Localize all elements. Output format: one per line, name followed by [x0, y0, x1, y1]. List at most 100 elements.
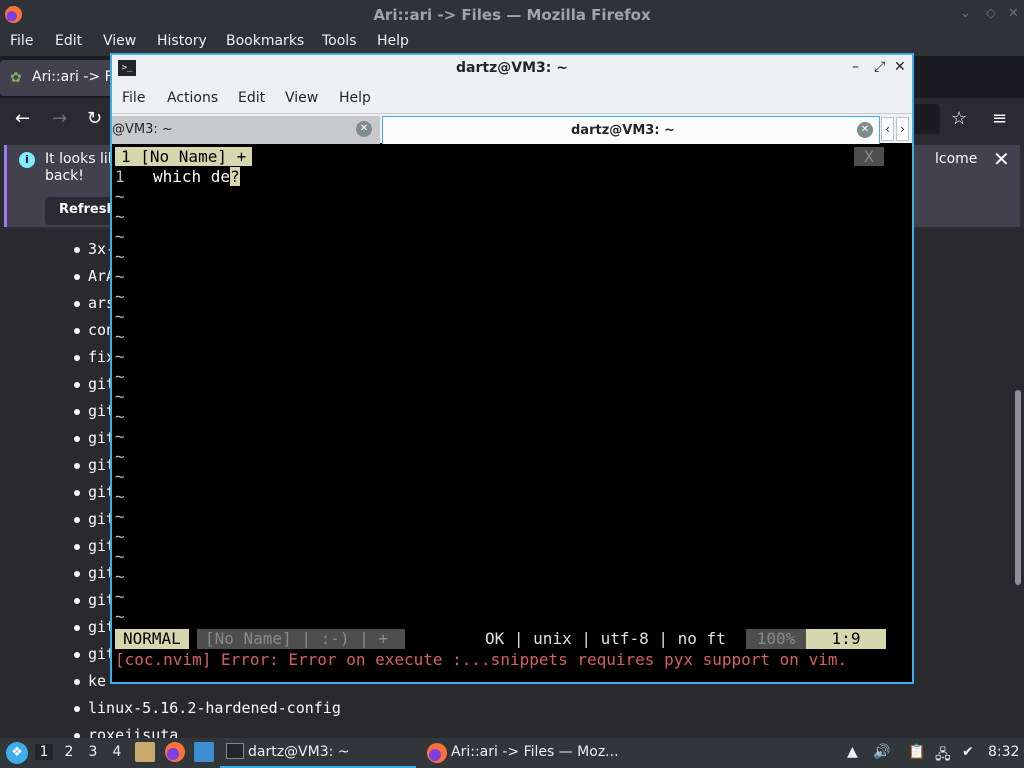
menu-edit[interactable]: Edit	[238, 90, 265, 106]
vim-line-text: which de	[153, 167, 231, 186]
menu-bookmarks[interactable]: Bookmarks	[226, 33, 304, 49]
vim-empty-line-marker: ~	[115, 447, 125, 466]
back-icon[interactable]: ←	[15, 108, 30, 129]
updates-icon[interactable]: ▲	[847, 744, 858, 760]
desktop-1[interactable]: 1	[35, 744, 53, 760]
vim-line-number: 1	[115, 167, 125, 186]
notice-text-end: lcome	[935, 151, 978, 167]
konsole-window: >_ dartz@VM3: ~ – ⤢ ✕ File Actions Edit …	[110, 53, 914, 684]
vim-empty-line-marker: ~	[115, 367, 125, 386]
vim-tabline[interactable]: 1 [No Name] +	[115, 147, 253, 166]
clock[interactable]: 8:32	[988, 744, 1019, 760]
vim-empty-line-marker: ~	[115, 187, 125, 206]
clipboard-icon[interactable]: 📋	[908, 744, 925, 760]
desktop-4[interactable]: 4	[108, 744, 126, 760]
konsole-window-title: dartz@VM3: ~	[456, 60, 568, 76]
vim-empty-line-marker: ~	[115, 507, 125, 526]
application-launcher-icon[interactable]: ❖	[6, 742, 28, 764]
firefox-titlebar[interactable]: Ari::ari -> Files — Mozilla Firefox ⌄ ◇ …	[0, 0, 1024, 30]
minimize-icon[interactable]: –	[852, 59, 859, 75]
maximize-icon[interactable]: ◇	[986, 6, 996, 21]
volume-icon[interactable]: 🔊	[873, 744, 890, 760]
menu-help[interactable]: Help	[339, 90, 371, 106]
vim-mode-indicator: NORMAL	[115, 629, 189, 649]
vim-empty-line-marker: ~	[115, 587, 125, 606]
notifications-icon[interactable]: ✔	[962, 744, 974, 760]
menu-file[interactable]: File	[10, 33, 33, 49]
vim-empty-line-marker: ~	[115, 607, 125, 626]
vim-close-tab-button[interactable]: X	[854, 147, 884, 166]
vim-empty-line-marker: ~	[115, 567, 125, 586]
tab-label: @VM3: ~	[112, 122, 173, 137]
menu-tools[interactable]: Tools	[322, 33, 357, 49]
firefox-window-title: Ari::ari -> Files — Mozilla Firefox	[373, 6, 651, 24]
bookmark-star-icon[interactable]: ☆	[951, 108, 967, 129]
vim-empty-line-marker: ~	[115, 267, 125, 286]
menu-edit[interactable]: Edit	[55, 33, 82, 49]
task-label: Ari::ari -> Files — Moz...	[451, 744, 619, 760]
terminal-icon	[226, 743, 244, 759]
tab-label: dartz@VM3: ~	[571, 123, 675, 138]
tab-scroll-left-icon[interactable]: ‹	[881, 117, 894, 141]
tab-label: Ari::ari -> Fi	[32, 69, 116, 85]
list-item[interactable]: linux-5.16.2-hardened-config	[74, 695, 341, 722]
terminal-area[interactable]: 1 [No Name] + X 1 which de? ~ ~ ~ ~ ~ ~ …	[112, 145, 912, 682]
menu-history[interactable]: History	[157, 33, 207, 49]
menu-view[interactable]: View	[103, 33, 136, 49]
tab-favicon-icon: ✿	[10, 70, 22, 86]
vim-empty-line-marker: ~	[115, 487, 125, 506]
desktop-icon[interactable]	[194, 742, 214, 762]
task-firefox[interactable]: Ari::ari -> Files — Moz...	[425, 738, 625, 768]
url-bar-end[interactable]	[910, 104, 940, 134]
konsole-tab-2[interactable]: dartz@VM3: ~ ✕	[382, 116, 880, 144]
vim-statusline: NORMAL [No Name] | :-) | + OK | unix | u…	[115, 629, 886, 649]
vim-empty-line-marker: ~	[115, 347, 125, 366]
konsole-menubar: File Actions Edit View Help	[112, 83, 912, 113]
vim-buffer-line: which de?	[153, 167, 240, 186]
vim-empty-line-marker: ~	[115, 327, 125, 346]
task-konsole[interactable]: dartz@VM3: ~	[220, 738, 416, 768]
notice-close-icon[interactable]: ✕	[993, 147, 1010, 171]
close-icon[interactable]: ✕	[894, 59, 906, 75]
menu-file[interactable]: File	[122, 90, 145, 106]
menu-help[interactable]: Help	[377, 33, 409, 49]
menu-actions[interactable]: Actions	[167, 90, 218, 106]
vim-empty-line-marker: ~	[115, 227, 125, 246]
vim-file-segment: [No Name] | :-) | +	[197, 629, 405, 649]
reload-icon[interactable]: ↻	[87, 108, 102, 129]
desktop-3[interactable]: 3	[84, 744, 102, 760]
vim-empty-line-marker: ~	[115, 387, 125, 406]
vim-empty-line-marker: ~	[115, 407, 125, 426]
network-icon[interactable]: 🖧	[935, 744, 951, 768]
vim-cursor: ?	[230, 167, 240, 186]
vim-file-info: OK | unix | utf-8 | no ft	[485, 629, 726, 648]
firefox-scrollbar[interactable]	[1012, 230, 1024, 738]
task-label: dartz@VM3: ~	[248, 744, 350, 760]
forward-icon[interactable]: →	[52, 108, 67, 129]
desktop-2[interactable]: 2	[60, 744, 78, 760]
konsole-tab-1[interactable]: @VM3: ~ ✕	[112, 116, 380, 144]
minimize-icon[interactable]: ⌄	[960, 6, 971, 21]
vim-empty-line-marker: ~	[115, 547, 125, 566]
file-manager-icon[interactable]	[135, 742, 155, 762]
hamburger-menu-icon[interactable]: ≡	[992, 108, 1007, 129]
tab-scroll-right-icon[interactable]: ›	[896, 117, 909, 141]
notice-text-start: It looks lik	[45, 151, 116, 167]
taskbar: ❖ 1 2 3 4 dartz@VM3: ~ Ari::ari -> Files…	[0, 738, 1024, 768]
maximize-icon[interactable]: ⤢	[874, 59, 885, 75]
info-icon: i	[19, 152, 35, 168]
close-icon[interactable]: ✕	[1008, 6, 1019, 21]
vim-scroll-percent: 100%	[746, 629, 806, 649]
tab-close-icon[interactable]: ✕	[356, 121, 372, 137]
vim-cursor-position: 1:9	[806, 629, 886, 649]
notice-text-line2: back!	[45, 168, 84, 184]
firefox-launcher-icon[interactable]	[165, 742, 185, 762]
scrollbar-thumb[interactable]	[1015, 390, 1021, 585]
firefox-icon	[427, 743, 447, 763]
konsole-titlebar[interactable]: >_ dartz@VM3: ~ – ⤢ ✕	[112, 55, 912, 83]
menu-view[interactable]: View	[285, 90, 318, 106]
vim-empty-line-marker: ~	[115, 307, 125, 326]
vim-empty-line-marker: ~	[115, 427, 125, 446]
vim-empty-line-marker: ~	[115, 467, 125, 486]
tab-close-icon[interactable]: ✕	[857, 122, 873, 138]
